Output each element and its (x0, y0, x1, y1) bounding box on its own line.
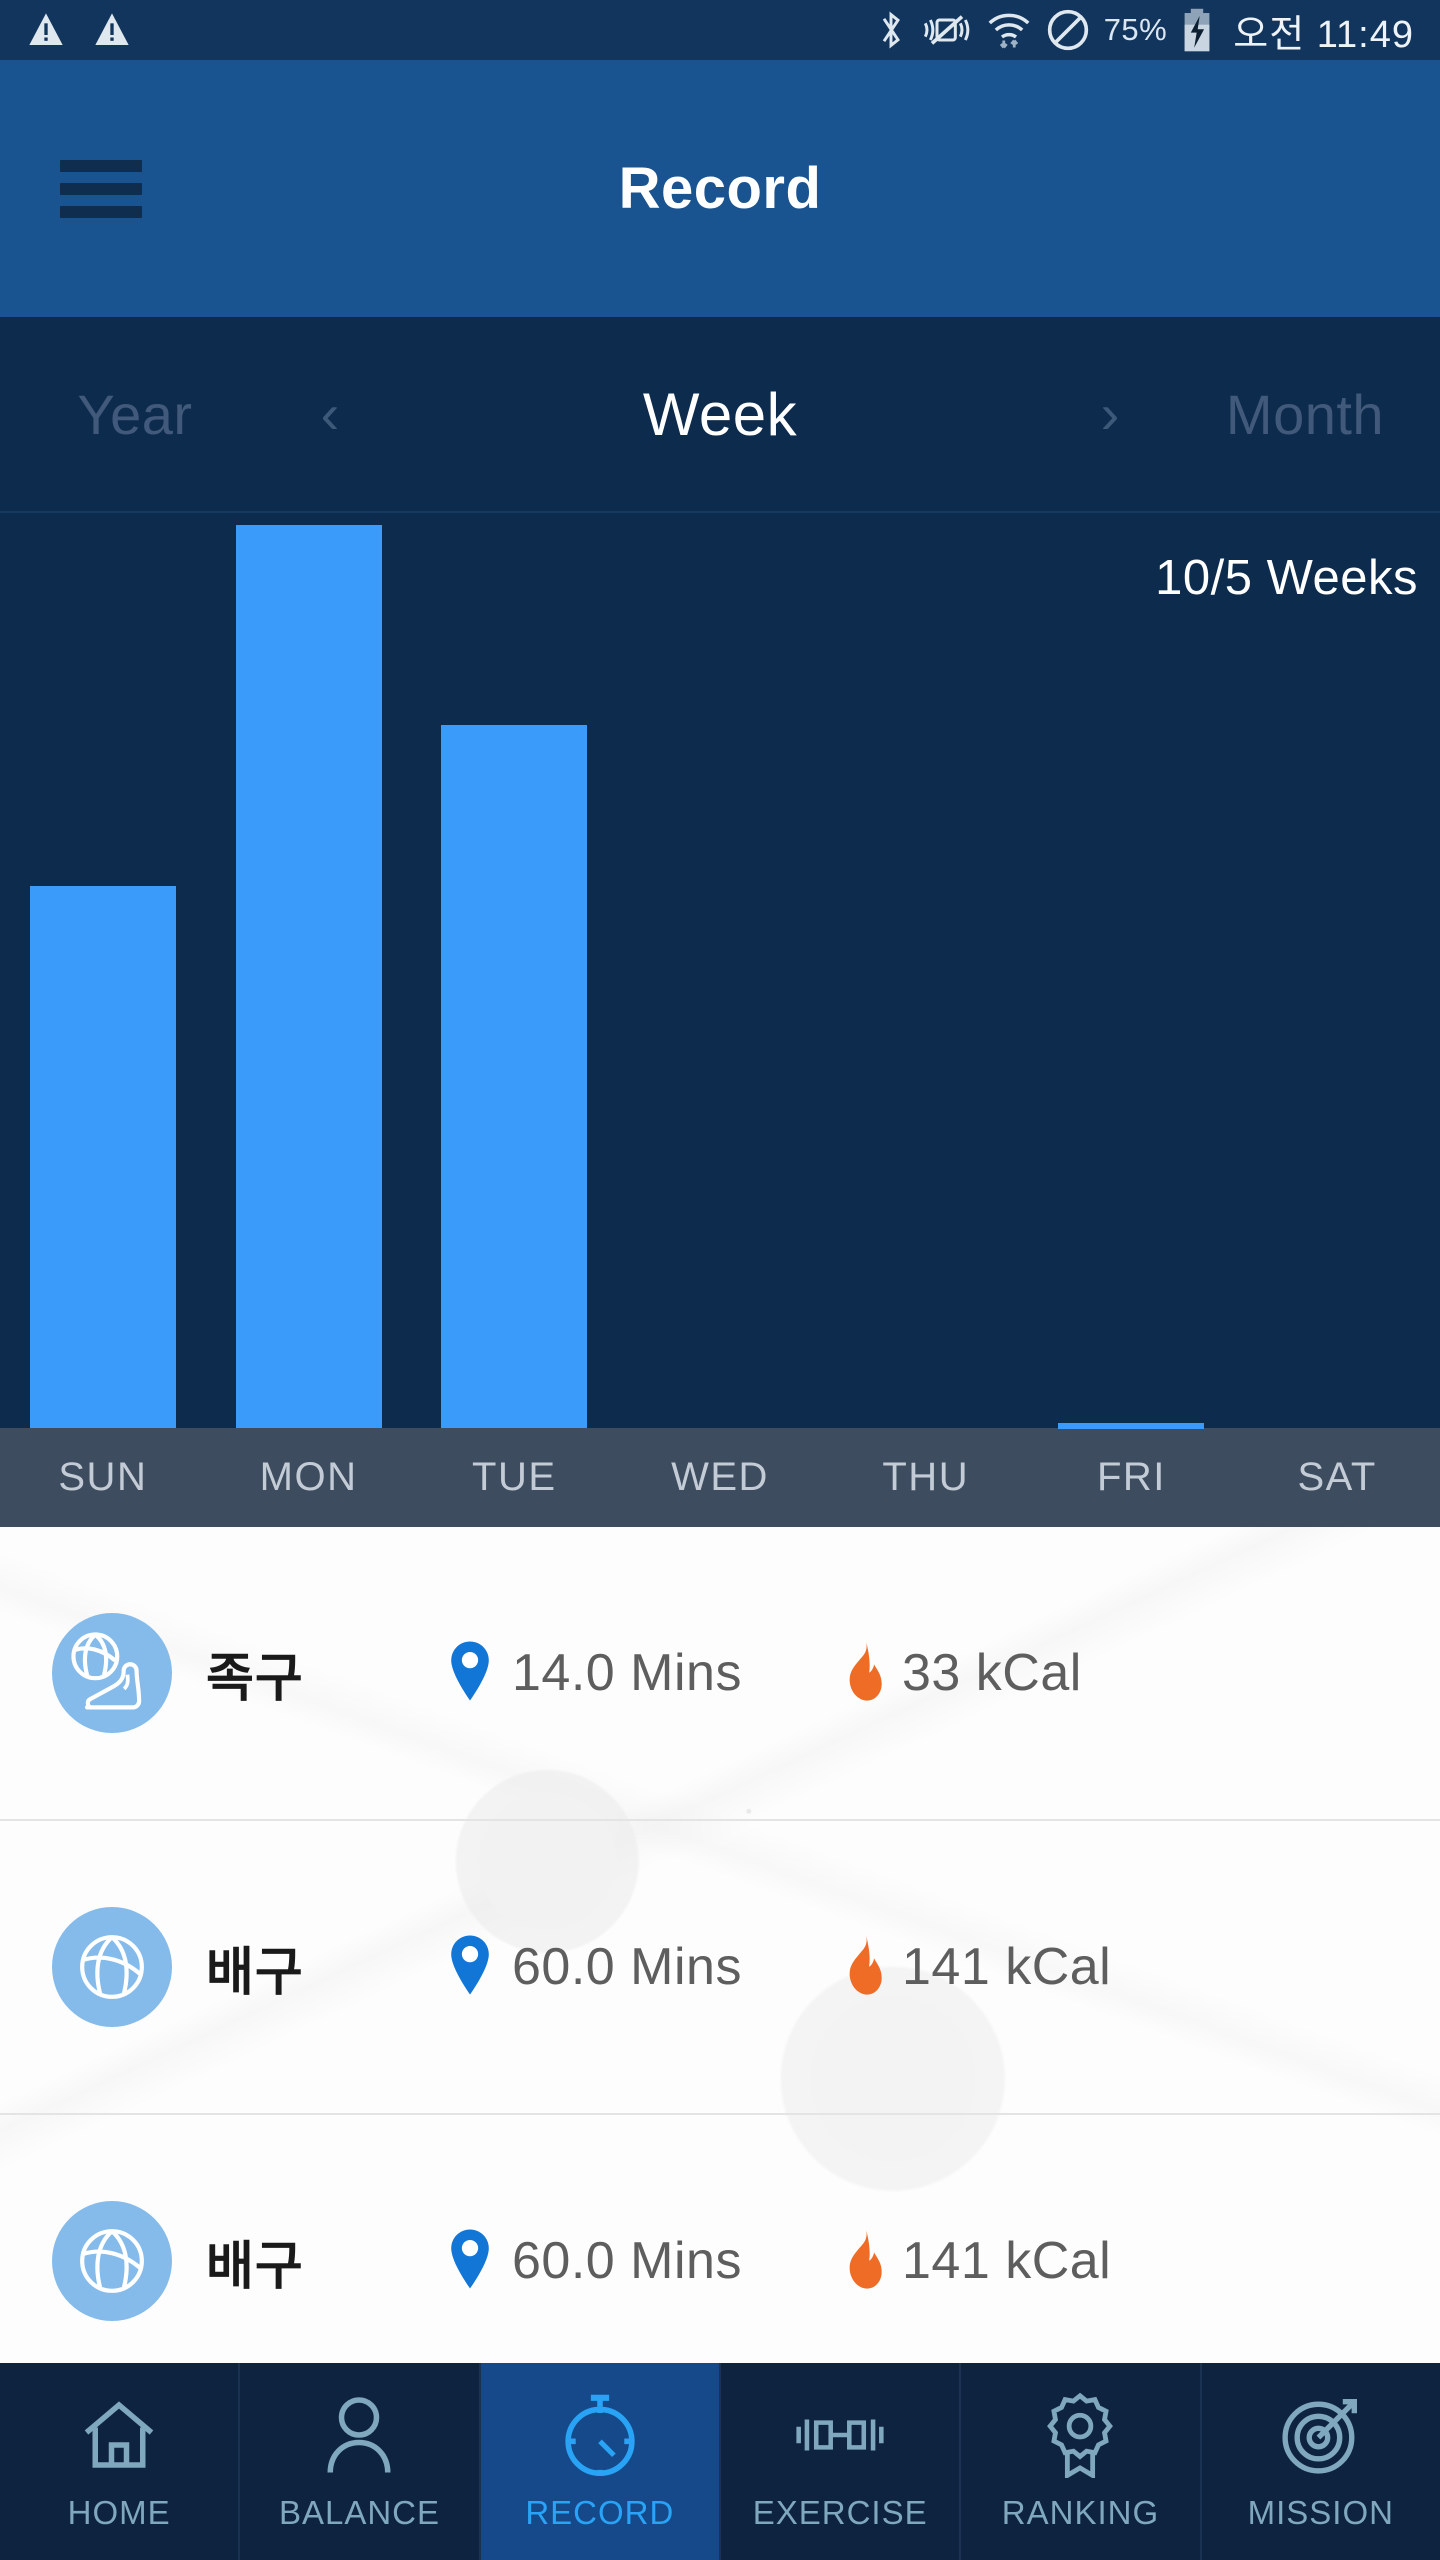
duration-value: 60.0 Mins (512, 1938, 742, 1996)
chart-bar-cell-thu[interactable] (823, 513, 1029, 1428)
duration-metric: 60.0 Mins (446, 2228, 786, 2295)
calories-metric: 141 kCal (842, 2228, 1111, 2295)
day-label-tue[interactable]: TUE (411, 1428, 617, 1527)
flame-icon (842, 1934, 884, 2001)
chart-bar-cell-sat[interactable] (1234, 513, 1440, 1428)
chart-bar-tue[interactable] (441, 725, 588, 1428)
day-label-sun[interactable]: SUN (0, 1428, 206, 1527)
warning-triangle-icon (26, 10, 66, 50)
calories-metric: 141 kCal (842, 1934, 1111, 2001)
period-selector: Year ‹ Week › Month (0, 317, 1440, 513)
app-bar: Record (0, 60, 1440, 317)
chart-bar-cell-mon[interactable] (206, 513, 412, 1428)
footvolley-ball-icon (52, 1613, 172, 1733)
day-label-text: SUN (58, 1455, 148, 1499)
wifi-icon (986, 9, 1032, 51)
activity-list[interactable]: 족구 14.0 Mins 33 kCal 배구 60.0 Mins 141 kCal 배구 6… (0, 1527, 1440, 2363)
dumbbell-icon (794, 2392, 886, 2478)
nav-item-record[interactable]: RECORD (480, 2363, 721, 2560)
nav-item-ranking[interactable]: RANKING (961, 2363, 1202, 2560)
day-label-thu[interactable]: THU (823, 1428, 1029, 1527)
day-label-wed[interactable]: WED (617, 1428, 823, 1527)
status-bar: 75% 오전 11:49 (0, 0, 1440, 60)
target-icon (1280, 2392, 1362, 2478)
nav-item-label: BALANCE (278, 2493, 441, 2531)
weekly-bar-chart[interactable]: 10/5 Weeks (0, 513, 1440, 1428)
activity-row[interactable]: 배구 60.0 Mins 141 kCal (0, 2115, 1440, 2363)
clock-label: 오전 11:49 (1233, 13, 1414, 56)
warning-triangle-icon (92, 10, 132, 50)
medal-icon (1044, 2392, 1116, 2478)
activity-name: 배구 (206, 2237, 304, 2296)
chart-bar-cell-wed[interactable] (617, 513, 823, 1428)
page-title: Record (618, 156, 822, 221)
calories-value: 33 kCal (902, 1644, 1082, 1702)
location-pin-icon (446, 1934, 494, 2001)
chart-range-label: 10/5 Weeks (1155, 551, 1418, 605)
day-label-text: FRI (1096, 1455, 1166, 1499)
chart-bar-cell-sun[interactable] (0, 513, 206, 1428)
nav-item-home[interactable]: HOME (0, 2363, 241, 2560)
location-pin-icon (446, 2228, 494, 2295)
person-icon (320, 2392, 398, 2478)
nav-item-balance[interactable]: BALANCE (240, 2363, 481, 2560)
status-bar-right: 75% 오전 11:49 (874, 3, 1414, 58)
day-label-text: WED (671, 1455, 769, 1499)
vibrate-off-icon (922, 10, 972, 50)
day-label-text: MON (259, 1455, 358, 1499)
calories-value: 141 kCal (902, 2232, 1112, 2290)
battery-charging-icon (1181, 7, 1213, 53)
period-current-label[interactable]: Week (390, 380, 1050, 449)
day-label-fri[interactable]: FRI (1029, 1424, 1235, 1527)
battery-percent-label: 75% (1103, 12, 1168, 47)
period-option-year[interactable]: Year (0, 382, 270, 447)
day-label-mon[interactable]: MON (206, 1428, 412, 1527)
chart-bar-mon[interactable] (235, 525, 382, 1428)
flame-icon (842, 2228, 884, 2295)
nav-item-label: RECORD (525, 2493, 675, 2531)
nav-item-label: HOME (67, 2493, 171, 2531)
nav-item-exercise[interactable]: EXERCISE (721, 2363, 962, 2560)
home-icon (79, 2392, 159, 2478)
chart-bar-cell-tue[interactable] (411, 513, 617, 1428)
chart-day-axis: SUN MON TUE WED THU FRI SAT (0, 1424, 1440, 1527)
bottom-navigation-bar: HOME BALANCE RECORD EXERCISE RANKING MISSION (0, 2363, 1440, 2560)
day-label-sat[interactable]: SAT (1234, 1428, 1440, 1527)
day-label-text: THU (882, 1455, 970, 1499)
day-selected-marker (1058, 1424, 1205, 1429)
stopwatch-icon (559, 2392, 641, 2478)
app-screen: 75% 오전 11:49 Record Year ‹ Week › Month (0, 0, 1440, 2560)
flame-icon (842, 1640, 884, 1707)
duration-value: 14.0 Mins (512, 1644, 742, 1702)
volleyball-icon (52, 1907, 172, 2027)
day-label-text: SAT (1297, 1455, 1377, 1499)
chevron-left-icon[interactable]: ‹ (270, 386, 390, 442)
chevron-right-icon[interactable]: › (1050, 386, 1170, 442)
activity-row[interactable]: 족구 14.0 Mins 33 kCal (0, 1527, 1440, 1821)
duration-value: 60.0 Mins (512, 2232, 742, 2290)
nav-item-label: RANKING (1001, 2493, 1160, 2531)
activity-rows: 족구 14.0 Mins 33 kCal 배구 60.0 Mins 141 kCal 배구 6… (0, 1527, 1440, 2363)
period-option-month[interactable]: Month (1170, 382, 1440, 447)
chart-bar-sun[interactable] (29, 886, 176, 1428)
do-not-disturb-icon (1046, 8, 1090, 52)
duration-metric: 14.0 Mins (446, 1640, 786, 1707)
activity-name: 배구 (206, 1943, 304, 2002)
nav-item-label: EXERCISE (752, 2493, 928, 2531)
day-label-text: TUE (472, 1455, 557, 1499)
duration-metric: 60.0 Mins (446, 1934, 786, 2001)
nav-item-mission[interactable]: MISSION (1202, 2363, 1440, 2560)
calories-metric: 33 kCal (842, 1640, 1082, 1707)
bluetooth-icon (874, 9, 908, 51)
volleyball-icon (52, 2201, 172, 2321)
location-pin-icon (446, 1640, 494, 1707)
status-bar-left (26, 10, 132, 50)
chart-bars (0, 513, 1440, 1428)
nav-item-label: MISSION (1247, 2493, 1394, 2531)
activity-row[interactable]: 배구 60.0 Mins 141 kCal (0, 1821, 1440, 2115)
chart-bar-cell-fri[interactable] (1029, 513, 1235, 1428)
activity-name: 족구 (206, 1649, 304, 1708)
calories-value: 141 kCal (902, 1938, 1112, 1996)
